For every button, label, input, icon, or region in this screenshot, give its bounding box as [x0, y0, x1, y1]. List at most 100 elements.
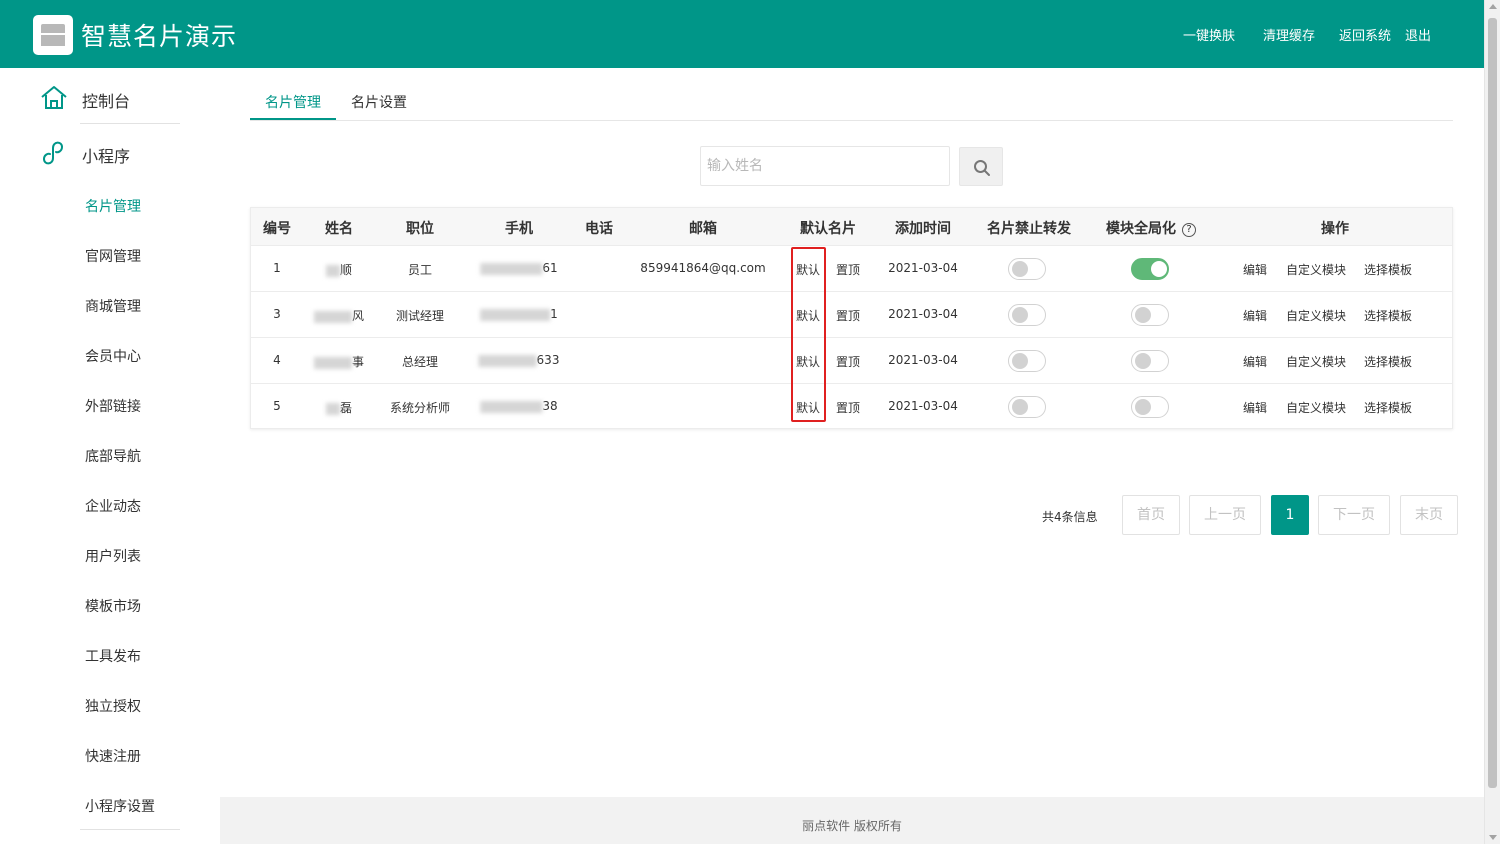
- sidebar-subitem-member-center[interactable]: 会员中心: [85, 346, 141, 366]
- forbid-forward-toggle[interactable]: [1008, 258, 1046, 280]
- cell-id: 5: [273, 399, 281, 413]
- sidebar-subitem-bottom-nav[interactable]: 底部导航: [85, 446, 141, 466]
- name-search-input[interactable]: [700, 146, 950, 186]
- last-page-button[interactable]: 末页: [1400, 495, 1458, 535]
- set-default-link[interactable]: 默认: [796, 261, 820, 278]
- col-header-position: 职位: [406, 221, 434, 237]
- set-default-link[interactable]: 默认: [796, 353, 820, 370]
- first-page-button[interactable]: 首页: [1122, 495, 1180, 535]
- sidebar-divider: [80, 829, 180, 830]
- col-header-default-card: 默认名片: [800, 221, 856, 237]
- edit-link[interactable]: 编辑: [1243, 261, 1267, 278]
- cell-id: 1: [273, 261, 281, 275]
- scroll-down-icon[interactable]: [1489, 835, 1497, 840]
- clear-cache-link[interactable]: 清理缓存: [1263, 25, 1315, 44]
- select-template-link[interactable]: 选择模板: [1364, 261, 1412, 278]
- cell-position: 员工: [407, 263, 433, 277]
- miniprogram-icon: [43, 141, 64, 165]
- redacted-name: [313, 310, 352, 323]
- table-row: 1 顺 员工 61 859941864@qq.com 默认 置顶 2021-03…: [251, 246, 1452, 292]
- redacted-mobile: [480, 308, 551, 321]
- home-icon: [41, 86, 67, 109]
- next-page-button[interactable]: 下一页: [1318, 495, 1390, 535]
- copyright-text: 丽点软件 版权所有: [802, 819, 902, 833]
- forbid-forward-toggle[interactable]: [1008, 396, 1046, 418]
- col-header-add-time: 添加时间: [895, 221, 951, 237]
- custom-module-link[interactable]: 自定义模块: [1286, 261, 1346, 278]
- sidebar-subitem-quick-register[interactable]: 快速注册: [85, 746, 141, 766]
- cell-position: 总经理: [401, 355, 439, 369]
- cell-name: 事: [313, 353, 364, 370]
- select-template-link[interactable]: 选择模板: [1364, 353, 1412, 370]
- prev-page-button[interactable]: 上一页: [1189, 495, 1261, 535]
- redacted-mobile: [480, 400, 543, 413]
- sidebar-subitem-external-links[interactable]: 外部链接: [85, 396, 141, 416]
- tab-bar: 名片管理 名片设置: [250, 90, 1453, 121]
- sidebar-divider: [80, 123, 180, 124]
- col-header-module-global: 模块全局化?: [1106, 218, 1196, 238]
- help-icon[interactable]: ?: [1182, 223, 1196, 237]
- cell-id: 3: [273, 307, 281, 321]
- set-default-link[interactable]: 默认: [796, 399, 820, 416]
- search-button[interactable]: [959, 147, 1003, 186]
- edit-link[interactable]: 编辑: [1243, 353, 1267, 370]
- cell-date: 2021-03-04: [888, 399, 958, 413]
- sidebar-subitem-website[interactable]: 官网管理: [85, 246, 141, 266]
- table-header: 编号 姓名 职位 手机 电话 邮箱 默认名片 添加时间 名片禁止转发 模块全局化…: [251, 208, 1452, 246]
- cell-mobile: 61: [480, 261, 558, 275]
- change-skin-link[interactable]: 一键换肤: [1183, 25, 1235, 44]
- tab-card-management[interactable]: 名片管理: [265, 92, 321, 112]
- col-header-phone: 电话: [585, 221, 613, 237]
- module-global-toggle[interactable]: [1131, 350, 1169, 372]
- scroll-thumb[interactable]: [1488, 18, 1497, 788]
- edit-link[interactable]: 编辑: [1243, 399, 1267, 416]
- tab-card-settings[interactable]: 名片设置: [351, 92, 407, 112]
- custom-module-link[interactable]: 自定义模块: [1286, 353, 1346, 370]
- sidebar-subitem-tool-release[interactable]: 工具发布: [85, 646, 141, 666]
- redacted-name: [325, 402, 340, 415]
- forbid-forward-toggle[interactable]: [1008, 350, 1046, 372]
- redacted-name: [313, 356, 352, 369]
- module-global-toggle[interactable]: [1131, 304, 1169, 326]
- active-tab-indicator: [250, 118, 336, 120]
- select-template-link[interactable]: 选择模板: [1364, 307, 1412, 324]
- custom-module-link[interactable]: 自定义模块: [1286, 399, 1346, 416]
- edit-link[interactable]: 编辑: [1243, 307, 1267, 324]
- forbid-forward-toggle[interactable]: [1008, 304, 1046, 326]
- pin-top-link[interactable]: 置顶: [836, 353, 860, 370]
- logout-link[interactable]: 退出: [1405, 25, 1431, 44]
- pagination-total: 共4条信息: [1042, 510, 1098, 524]
- table-row: 4 事 总经理 633 默认 置顶 2021-03-04 编辑 自定义模块 选择…: [251, 338, 1452, 384]
- sidebar-subitem-template-market[interactable]: 模板市场: [85, 596, 141, 616]
- pin-top-link[interactable]: 置顶: [836, 261, 860, 278]
- scroll-up-icon[interactable]: [1489, 4, 1497, 9]
- set-default-link[interactable]: 默认: [796, 307, 820, 324]
- pin-top-link[interactable]: 置顶: [836, 399, 860, 416]
- return-system-link[interactable]: 返回系统: [1339, 25, 1391, 44]
- page-scrollbar[interactable]: [1484, 0, 1500, 844]
- cell-id: 4: [273, 353, 281, 367]
- module-global-toggle[interactable]: [1131, 396, 1169, 418]
- sidebar-subitem-mall[interactable]: 商城管理: [85, 296, 141, 316]
- current-page-button[interactable]: 1: [1271, 495, 1309, 535]
- sidebar-subitem-user-list[interactable]: 用户列表: [85, 546, 141, 566]
- app-title: 智慧名片演示: [81, 22, 238, 51]
- redacted-mobile: [480, 262, 543, 275]
- cell-name: 磊: [325, 399, 352, 416]
- pin-top-link[interactable]: 置顶: [836, 307, 860, 324]
- store-logo-icon: [33, 15, 73, 55]
- cell-mobile: 38: [480, 399, 558, 413]
- select-template-link[interactable]: 选择模板: [1364, 399, 1412, 416]
- sidebar-subitem-company-news[interactable]: 企业动态: [85, 496, 141, 516]
- search-icon: [974, 160, 990, 176]
- sidebar-subitem-miniprogram-settings[interactable]: 小程序设置: [85, 796, 155, 816]
- cell-name: 顺: [325, 261, 352, 278]
- col-header-id: 编号: [263, 221, 291, 237]
- sidebar: 控制台 小程序 名片管理 官网管理 商城管理 会员中心 外部链接 底部导航 企业…: [0, 68, 220, 844]
- sidebar-subitem-license[interactable]: 独立授权: [85, 696, 141, 716]
- module-global-toggle[interactable]: [1131, 258, 1169, 280]
- sidebar-subitem-card-management[interactable]: 名片管理: [85, 196, 141, 216]
- table-row: 3 风 测试经理 1 默认 置顶 2021-03-04 编辑 自定义模块 选择模…: [251, 292, 1452, 338]
- cell-position: 测试经理: [395, 309, 445, 323]
- custom-module-link[interactable]: 自定义模块: [1286, 307, 1346, 324]
